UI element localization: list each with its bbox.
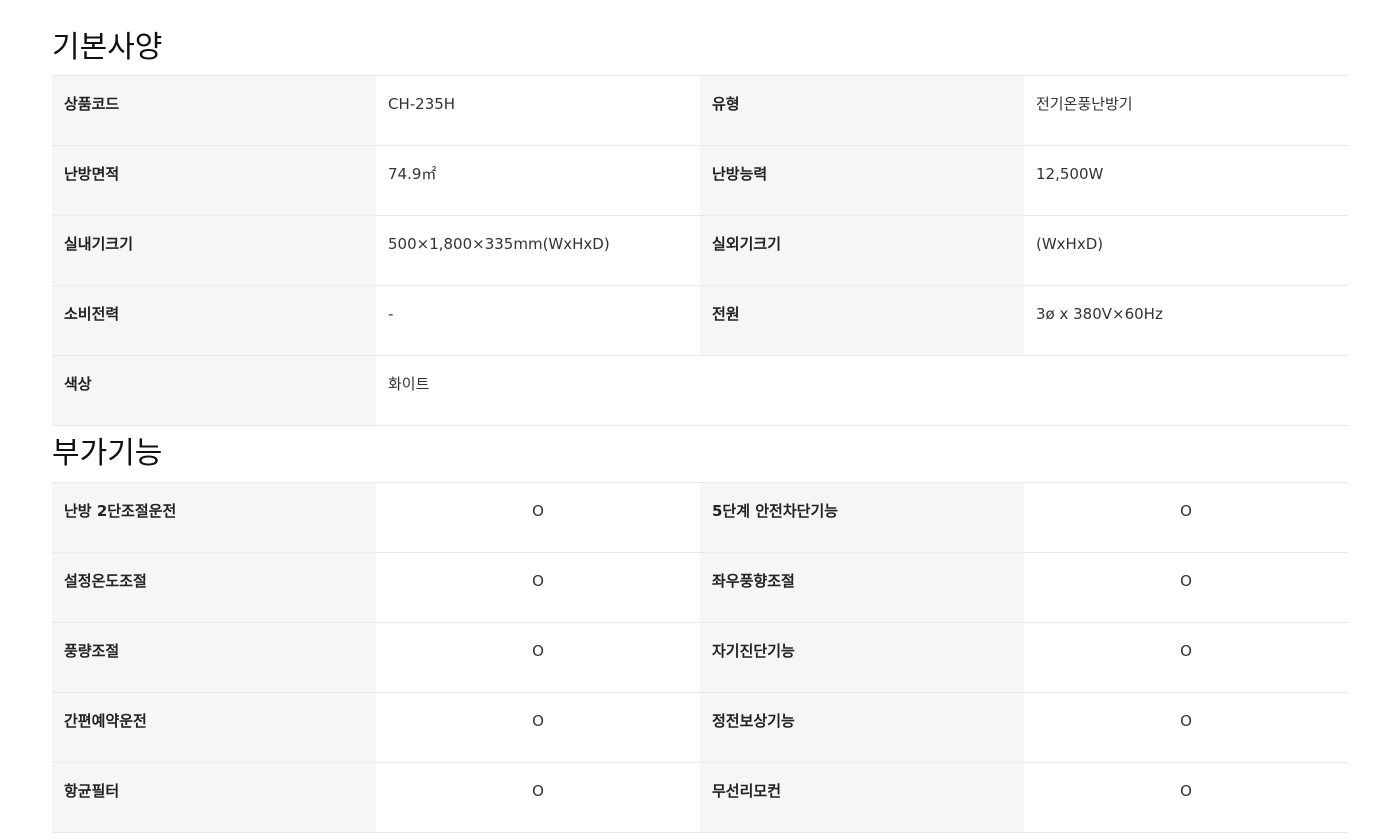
feature-label: 무선리모컨 bbox=[700, 762, 1024, 833]
feature-label: 풍량조절 bbox=[52, 622, 376, 693]
spec-value: 3ø x 380V×60Hz bbox=[1024, 285, 1348, 356]
table-row: 풍량조절 O 자기진단기능 O bbox=[52, 622, 1348, 693]
spec-value: 12,500W bbox=[1024, 145, 1348, 216]
feature-supported-mark: O bbox=[376, 622, 700, 693]
feature-supported-mark: O bbox=[376, 482, 700, 553]
extra-features-table: 난방 2단조절운전 O 5단계 안전차단기능 O 설정온도조절 O 좌우풍향조절… bbox=[52, 482, 1348, 833]
feature-label: 자기진단기능 bbox=[700, 622, 1024, 693]
spec-label: 소비전력 bbox=[52, 285, 376, 356]
spec-value: 화이트 bbox=[376, 355, 700, 426]
table-row: 상품코드 CH-235H 유형 전기온풍난방기 bbox=[52, 75, 1348, 146]
feature-supported-mark: O bbox=[1024, 762, 1348, 833]
feature-supported-mark: O bbox=[1024, 622, 1348, 693]
feature-label: 설정온도조절 bbox=[52, 552, 376, 623]
spec-value: (WxHxD) bbox=[1024, 215, 1348, 286]
feature-label: 5단계 안전차단기능 bbox=[700, 482, 1024, 553]
spec-label: 상품코드 bbox=[52, 75, 376, 146]
spec-label: 색상 bbox=[52, 355, 376, 426]
feature-supported-mark: O bbox=[1024, 552, 1348, 623]
extra-features-title: 부가기능 bbox=[52, 436, 163, 471]
table-row: 항균필터 O 무선리모컨 O bbox=[52, 762, 1348, 833]
spec-value: CH-235H bbox=[376, 75, 700, 146]
table-row: 설정온도조절 O 좌우풍향조절 O bbox=[52, 552, 1348, 623]
empty-cell bbox=[1024, 355, 1348, 426]
spec-label: 유형 bbox=[700, 75, 1024, 146]
spec-label: 전원 bbox=[700, 285, 1024, 356]
feature-label: 좌우풍향조절 bbox=[700, 552, 1024, 623]
spec-label: 실외기크기 bbox=[700, 215, 1024, 286]
table-row: 색상 화이트 bbox=[52, 355, 1348, 426]
spec-label: 난방능력 bbox=[700, 145, 1024, 216]
spec-value: 500×1,800×335mm(WxHxD) bbox=[376, 215, 700, 286]
spec-value: - bbox=[376, 285, 700, 356]
feature-label: 간편예약운전 bbox=[52, 692, 376, 763]
feature-supported-mark: O bbox=[376, 692, 700, 763]
table-row: 간편예약운전 O 정전보상기능 O bbox=[52, 692, 1348, 763]
feature-supported-mark: O bbox=[376, 552, 700, 623]
feature-supported-mark: O bbox=[1024, 692, 1348, 763]
spec-page: 기본사양 상품코드 CH-235H 유형 전기온풍난방기 난방면적 74.9㎡ … bbox=[52, 0, 1348, 833]
empty-cell bbox=[700, 355, 1024, 426]
spec-value: 전기온풍난방기 bbox=[1024, 75, 1348, 146]
table-row: 소비전력 - 전원 3ø x 380V×60Hz bbox=[52, 285, 1348, 356]
feature-supported-mark: O bbox=[376, 762, 700, 833]
spec-label: 실내기크기 bbox=[52, 215, 376, 286]
feature-label: 항균필터 bbox=[52, 762, 376, 833]
spec-label: 난방면적 bbox=[52, 145, 376, 216]
basic-spec-table: 상품코드 CH-235H 유형 전기온풍난방기 난방면적 74.9㎡ 난방능력 … bbox=[52, 75, 1348, 426]
table-row: 난방면적 74.9㎡ 난방능력 12,500W bbox=[52, 145, 1348, 216]
table-row: 난방 2단조절운전 O 5단계 안전차단기능 O bbox=[52, 482, 1348, 553]
feature-supported-mark: O bbox=[1024, 482, 1348, 553]
feature-label: 난방 2단조절운전 bbox=[52, 482, 376, 553]
spec-value: 74.9㎡ bbox=[376, 145, 700, 216]
table-row: 실내기크기 500×1,800×335mm(WxHxD) 실외기크기 (WxHx… bbox=[52, 215, 1348, 286]
feature-label: 정전보상기능 bbox=[700, 692, 1024, 763]
basic-spec-title: 기본사양 bbox=[52, 30, 163, 65]
